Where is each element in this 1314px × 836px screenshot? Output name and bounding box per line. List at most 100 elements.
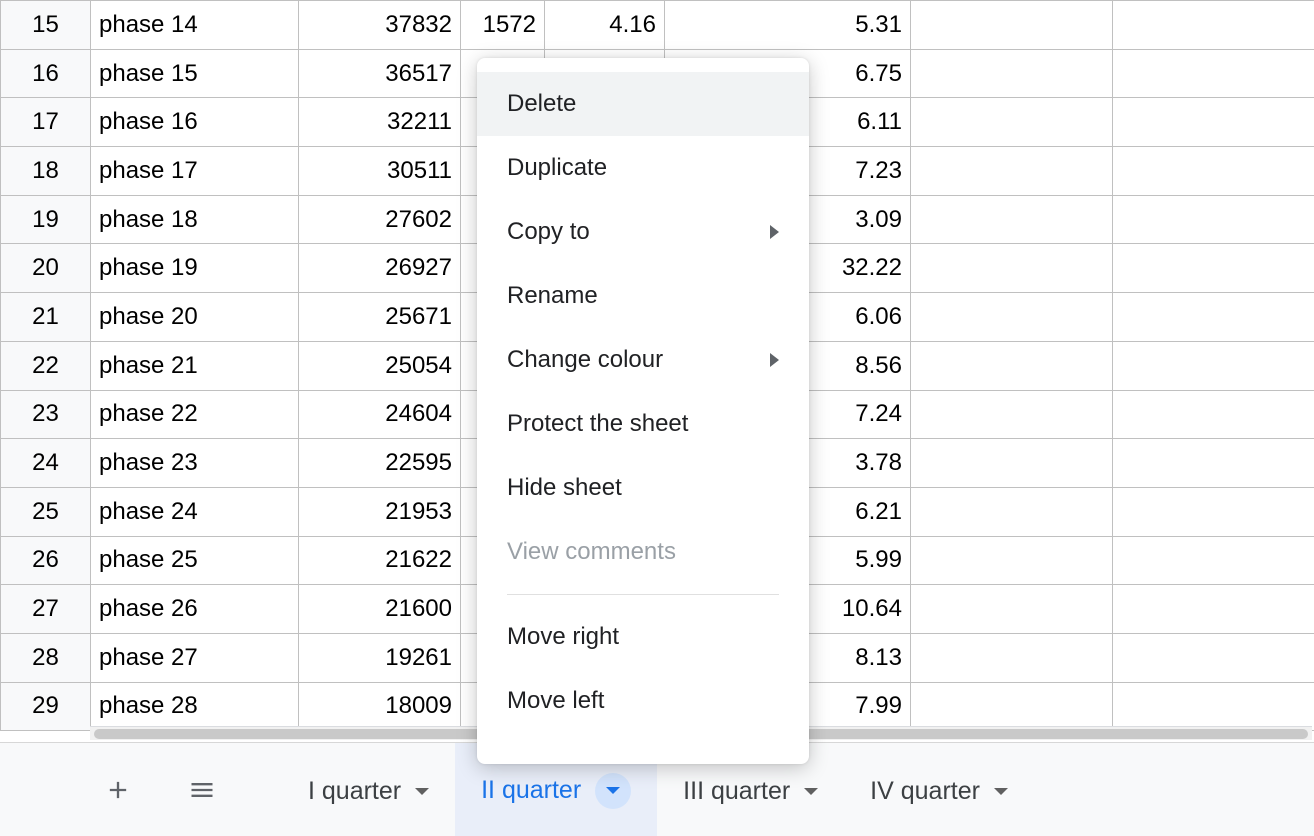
cell[interactable] xyxy=(1113,195,1314,244)
cell[interactable]: 18009 xyxy=(299,682,461,731)
menu-item-change-colour[interactable]: Change colour xyxy=(477,328,809,392)
cell[interactable] xyxy=(1113,293,1314,342)
row-header[interactable]: 16 xyxy=(1,49,91,98)
cell[interactable]: 21622 xyxy=(299,536,461,585)
row-header[interactable]: 15 xyxy=(1,1,91,50)
cell[interactable]: 5.31 xyxy=(665,1,911,50)
cell[interactable]: 19261 xyxy=(299,633,461,682)
cell[interactable]: 21600 xyxy=(299,585,461,634)
cell[interactable] xyxy=(1113,98,1314,147)
cell[interactable] xyxy=(911,195,1113,244)
cell[interactable] xyxy=(1113,439,1314,488)
cell[interactable]: 32211 xyxy=(299,98,461,147)
row-header[interactable]: 27 xyxy=(1,585,91,634)
cell[interactable] xyxy=(1113,682,1314,731)
cell[interactable] xyxy=(911,49,1113,98)
cell[interactable] xyxy=(911,536,1113,585)
cell[interactable] xyxy=(1113,49,1314,98)
sheet-tab-q4[interactable]: IV quarter xyxy=(844,743,1034,836)
row-header[interactable]: 25 xyxy=(1,487,91,536)
cell[interactable] xyxy=(911,98,1113,147)
cell[interactable]: 1572 xyxy=(461,1,545,50)
sheet-tab-label: I quarter xyxy=(308,777,401,806)
cell[interactable]: 27602 xyxy=(299,195,461,244)
row-header[interactable]: 19 xyxy=(1,195,91,244)
cell[interactable] xyxy=(1113,536,1314,585)
menu-item-rename[interactable]: Rename xyxy=(477,264,809,328)
menu-item-delete[interactable]: Delete xyxy=(477,72,809,136)
chevron-down-icon xyxy=(994,788,1008,795)
cell[interactable]: phase 26 xyxy=(91,585,299,634)
cell[interactable] xyxy=(1113,1,1314,50)
cell[interactable]: 4.16 xyxy=(545,1,665,50)
menu-item-move-left[interactable]: Move left xyxy=(477,669,809,733)
cell[interactable]: phase 15 xyxy=(91,49,299,98)
cell[interactable]: phase 28 xyxy=(91,682,299,731)
cell[interactable]: phase 22 xyxy=(91,390,299,439)
cell[interactable] xyxy=(1113,390,1314,439)
cell[interactable] xyxy=(1113,244,1314,293)
cell[interactable]: phase 27 xyxy=(91,633,299,682)
cell[interactable]: phase 19 xyxy=(91,244,299,293)
cell[interactable]: phase 23 xyxy=(91,439,299,488)
add-sheet-button[interactable] xyxy=(90,762,146,818)
tab-menu-button[interactable] xyxy=(595,773,631,809)
menu-item-protect-sheet[interactable]: Protect the sheet xyxy=(477,392,809,456)
row-header[interactable]: 29 xyxy=(1,682,91,731)
cell[interactable]: 24604 xyxy=(299,390,461,439)
cell[interactable]: phase 17 xyxy=(91,147,299,196)
cell[interactable] xyxy=(1113,487,1314,536)
cell[interactable]: 30511 xyxy=(299,147,461,196)
row-header[interactable]: 18 xyxy=(1,147,91,196)
all-sheets-button[interactable] xyxy=(174,762,230,818)
cell[interactable] xyxy=(911,390,1113,439)
cell[interactable] xyxy=(1113,341,1314,390)
cell[interactable] xyxy=(911,293,1113,342)
cell[interactable] xyxy=(911,487,1113,536)
cell[interactable]: phase 24 xyxy=(91,487,299,536)
menu-item-move-right[interactable]: Move right xyxy=(477,605,809,669)
cell[interactable]: phase 16 xyxy=(91,98,299,147)
cell[interactable] xyxy=(911,244,1113,293)
cell[interactable] xyxy=(911,439,1113,488)
menu-item-label: View comments xyxy=(507,538,676,566)
menu-item-copy-to[interactable]: Copy to xyxy=(477,200,809,264)
cell[interactable]: 21953 xyxy=(299,487,461,536)
cell[interactable]: 36517 xyxy=(299,49,461,98)
cell[interactable]: 37832 xyxy=(299,1,461,50)
cell[interactable]: phase 20 xyxy=(91,293,299,342)
sheet-tab-label: II quarter xyxy=(481,776,581,805)
sheet-context-menu: Delete Duplicate Copy to Rename Change c… xyxy=(477,58,809,764)
row-header[interactable]: 22 xyxy=(1,341,91,390)
cell[interactable] xyxy=(911,682,1113,731)
cell[interactable] xyxy=(911,147,1113,196)
cell[interactable] xyxy=(911,585,1113,634)
sheet-tab-q1[interactable]: I quarter xyxy=(282,743,455,836)
chevron-down-icon xyxy=(606,787,620,794)
cell[interactable]: phase 25 xyxy=(91,536,299,585)
cell[interactable]: 26927 xyxy=(299,244,461,293)
cell[interactable] xyxy=(1113,633,1314,682)
cell[interactable] xyxy=(911,633,1113,682)
row-header[interactable]: 28 xyxy=(1,633,91,682)
cell[interactable] xyxy=(1113,147,1314,196)
menu-item-label: Change colour xyxy=(507,346,663,374)
row-header[interactable]: 24 xyxy=(1,439,91,488)
cell[interactable]: phase 18 xyxy=(91,195,299,244)
cell[interactable]: phase 14 xyxy=(91,1,299,50)
row-header[interactable]: 21 xyxy=(1,293,91,342)
menu-item-hide-sheet[interactable]: Hide sheet xyxy=(477,456,809,520)
cell[interactable]: 22595 xyxy=(299,439,461,488)
chevron-down-icon xyxy=(415,788,429,795)
menu-item-duplicate[interactable]: Duplicate xyxy=(477,136,809,200)
cell[interactable]: 25054 xyxy=(299,341,461,390)
row-header[interactable]: 17 xyxy=(1,98,91,147)
cell[interactable] xyxy=(911,1,1113,50)
cell[interactable]: 25671 xyxy=(299,293,461,342)
row-header[interactable]: 20 xyxy=(1,244,91,293)
row-header[interactable]: 26 xyxy=(1,536,91,585)
cell[interactable] xyxy=(911,341,1113,390)
cell[interactable]: phase 21 xyxy=(91,341,299,390)
cell[interactable] xyxy=(1113,585,1314,634)
row-header[interactable]: 23 xyxy=(1,390,91,439)
